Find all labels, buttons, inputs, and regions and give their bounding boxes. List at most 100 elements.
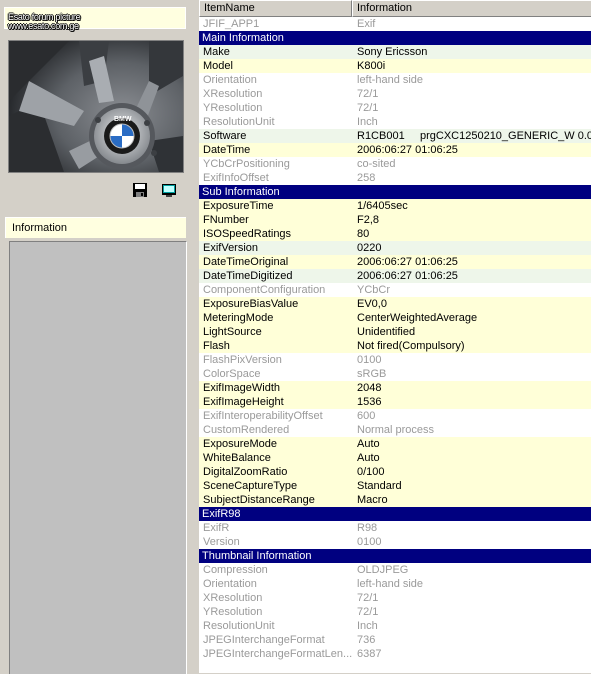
table-row[interactable]: ExifVersion 0220 (199, 241, 591, 255)
caption-line-2: www.esato.com.ge (8, 21, 79, 31)
item-name-cell: DigitalZoomRatio (203, 466, 288, 478)
information-cell: 600 (357, 410, 376, 422)
table-row[interactable]: Flash Not fired(Compulsory) (199, 339, 591, 353)
item-name-cell: Main Information (202, 32, 284, 44)
table-row[interactable]: WhiteBalance Auto (199, 451, 591, 465)
table-row[interactable]: ISOSpeedRatings 80 (199, 227, 591, 241)
information-cell: Normal process (357, 424, 435, 436)
item-name-cell: FNumber (203, 214, 249, 226)
information-cell: Exif (357, 18, 376, 30)
view-button[interactable] (161, 182, 177, 198)
table-row[interactable]: ResolutionUnit Inch (199, 115, 591, 129)
item-name-cell: ResolutionUnit (203, 116, 275, 128)
item-name-cell: ExifR (203, 522, 230, 534)
item-name-cell: JPEGInterchangeFormatLen... (203, 648, 353, 660)
item-name-cell: DateTimeOriginal (203, 256, 289, 268)
information-panel (9, 241, 187, 674)
table-row[interactable]: ColorSpace sRGB (199, 367, 591, 381)
save-button[interactable] (132, 182, 148, 198)
table-row[interactable]: Compression OLDJPEG (199, 563, 591, 577)
item-name-cell: Version (203, 536, 240, 548)
item-name-cell: ISOSpeedRatings (203, 228, 292, 240)
information-cell: 2006:06:27 01:06:25 (357, 256, 458, 268)
information-cell: 258 (357, 172, 376, 184)
table-row[interactable]: CustomRendered Normal process (199, 423, 591, 437)
table-row[interactable]: ExifImageHeight 1536 (199, 395, 591, 409)
table-row[interactable]: Software R1CB001 prgCXC1250210_GENERIC_W … (199, 129, 591, 143)
information-cell: EV0,0 (357, 298, 387, 310)
table-row[interactable]: ResolutionUnit Inch (199, 619, 591, 633)
table-row[interactable]: JPEGInterchangeFormat 736 (199, 633, 591, 647)
table-row[interactable]: Orientation left-hand side (199, 73, 591, 87)
item-name-cell: Thumbnail Information (202, 550, 312, 562)
table-header: ItemName Information (199, 0, 591, 17)
image-caption: Esato forum picture www.esato.com.ge (4, 7, 186, 31)
column-header-itemname[interactable]: ItemName (199, 0, 352, 17)
table-row[interactable]: YResolution 72/1 (199, 605, 591, 619)
item-name-cell: ExifR98 (202, 508, 241, 520)
table-row[interactable]: ExposureMode Auto (199, 437, 591, 451)
information-cell: 2006:06:27 01:06:25 (357, 144, 458, 156)
information-cell: sRGB (357, 368, 387, 380)
item-name-cell: ExifImageWidth (203, 382, 281, 394)
item-name-cell: XResolution (203, 88, 263, 100)
information-cell: 0100 (357, 536, 382, 548)
section-header-row[interactable]: Thumbnail Information (199, 549, 591, 563)
table-row[interactable]: YCbCrPositioning co-sited (199, 157, 591, 171)
section-header-row[interactable]: Main Information (199, 31, 591, 45)
table-row[interactable]: MeteringMode CenterWeightedAverage (199, 311, 591, 325)
table-row[interactable]: JFIF_APP1 Exif (199, 17, 591, 31)
item-name-cell: Flash (203, 340, 230, 352)
item-name-cell: DateTimeDigitized (203, 270, 293, 282)
information-cell: 72/1 (357, 88, 379, 100)
table-row[interactable]: Model K800i (199, 59, 591, 73)
section-header-row[interactable]: ExifR98 (199, 507, 591, 521)
information-cell: 0220 (357, 242, 382, 254)
item-name-cell: DateTime (203, 144, 251, 156)
panel-splitter[interactable] (193, 0, 198, 673)
table-row[interactable]: DateTimeOriginal 2006:06:27 01:06:25 (199, 255, 591, 269)
item-name-cell: ExifImageHeight (203, 396, 284, 408)
section-header-row[interactable]: Sub Information (199, 185, 591, 199)
image-thumbnail[interactable]: BMW (8, 40, 184, 173)
item-name-cell: CustomRendered (203, 424, 290, 436)
information-cell: co-sited (357, 158, 396, 170)
table-row[interactable]: XResolution 72/1 (199, 87, 591, 101)
table-row[interactable]: FlashPixVersion 0100 (199, 353, 591, 367)
table-row[interactable]: SubjectDistanceRange Macro (199, 493, 591, 507)
table-row[interactable]: ExposureTime 1/6405sec (199, 199, 591, 213)
table-row[interactable]: DigitalZoomRatio 0/100 (199, 465, 591, 479)
table-row[interactable]: ExifImageWidth 2048 (199, 381, 591, 395)
table-row[interactable]: DateTime 2006:06:27 01:06:25 (199, 143, 591, 157)
table-row[interactable]: ExifInfoOffset 258 (199, 171, 591, 185)
table-body: JFIF_APP1 Exif Main Information Make Sony Er… (199, 17, 591, 661)
information-cell: 1536 (357, 396, 382, 408)
table-row[interactable]: Version 0100 (199, 535, 591, 549)
table-row[interactable]: ExifInteroperabilityOffset 600 (199, 409, 591, 423)
table-row[interactable]: ExifR R98 (199, 521, 591, 535)
table-row[interactable]: Make Sony Ericsson (199, 45, 591, 59)
table-row[interactable]: SceneCaptureType Standard (199, 479, 591, 493)
monitor-icon (162, 184, 176, 197)
table-row[interactable]: FNumber F2,8 (199, 213, 591, 227)
exif-table[interactable]: ItemName Information JFIF_APP1 Exif Main I… (199, 0, 591, 673)
table-row[interactable]: XResolution 72/1 (199, 591, 591, 605)
item-name-cell: WhiteBalance (203, 452, 271, 464)
information-cell: R98 (357, 522, 378, 534)
item-name-cell: Make (203, 46, 230, 58)
information-cell: 80 (357, 228, 370, 240)
column-header-information[interactable]: Information (352, 0, 591, 17)
item-name-cell: ColorSpace (203, 368, 261, 380)
information-cell: 736 (357, 634, 376, 646)
table-row[interactable]: JPEGInterchangeFormatLen... 6387 (199, 647, 591, 661)
item-name-cell: ComponentConfiguration (203, 284, 326, 296)
table-row[interactable]: Orientation left-hand side (199, 577, 591, 591)
table-row[interactable]: ExposureBiasValue EV0,0 (199, 297, 591, 311)
table-row[interactable]: LightSource Unidentified (199, 325, 591, 339)
left-panel: Esato forum picture www.esato.com.ge BMW… (0, 0, 193, 674)
table-row[interactable]: DateTimeDigitized 2006:06:27 01:06:25 (199, 269, 591, 283)
table-row[interactable]: ComponentConfiguration YCbCr (199, 283, 591, 297)
wheel-photo (9, 41, 183, 172)
table-row[interactable]: YResolution 72/1 (199, 101, 591, 115)
information-cell: YCbCr (357, 284, 391, 296)
